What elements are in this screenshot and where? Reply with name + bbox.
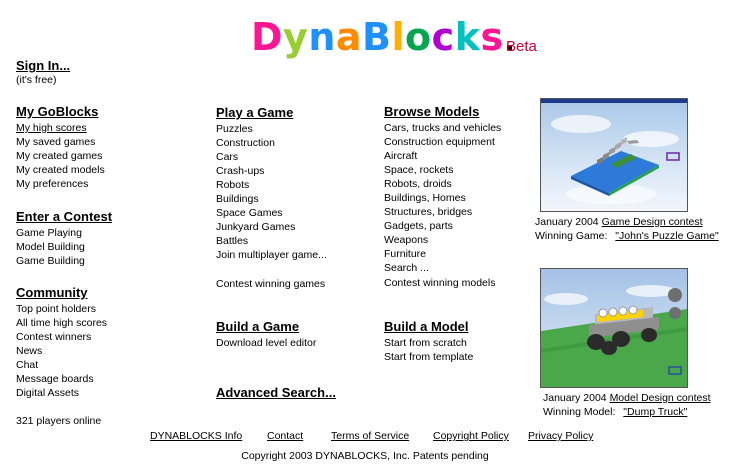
game-design-screenshot[interactable] bbox=[540, 98, 688, 212]
contest-item[interactable]: Game Playing bbox=[16, 226, 85, 240]
contest-winning-models-link[interactable]: Contest winning models bbox=[384, 276, 495, 290]
build-game-item[interactable]: Download level editor bbox=[216, 336, 316, 350]
browse-item[interactable]: Weapons bbox=[384, 233, 501, 247]
build-model-heading[interactable]: Build a Model bbox=[384, 319, 469, 334]
winning-model-label: Winning Model: bbox=[543, 406, 616, 418]
my-goblocks-item[interactable]: My high scores bbox=[16, 121, 105, 135]
beta-label: Beta bbox=[506, 38, 537, 55]
game-scene-image bbox=[541, 99, 687, 211]
community-item[interactable]: All time high scores bbox=[16, 316, 107, 330]
play-item[interactable]: Construction bbox=[216, 136, 327, 150]
play-item[interactable]: Space Games bbox=[216, 206, 327, 220]
build-model-item[interactable]: Start from scratch bbox=[384, 336, 473, 350]
model-contest-caption: January 2004 Model Design contest bbox=[543, 391, 711, 406]
footer-link-terms[interactable]: Terms of Service bbox=[331, 430, 409, 442]
model-design-screenshot[interactable] bbox=[540, 268, 688, 388]
community-item[interactable]: Message boards bbox=[16, 372, 107, 386]
my-goblocks-list: My high scores My saved games My created… bbox=[16, 121, 105, 191]
footer-link-info[interactable]: DYNABLOCKS Info bbox=[150, 430, 242, 442]
logo-letter: n bbox=[308, 15, 336, 59]
contest-item[interactable]: Model Building bbox=[16, 240, 85, 254]
logo-letter: y bbox=[283, 15, 309, 59]
contest-item[interactable]: Game Building bbox=[16, 254, 85, 268]
footer-links: DYNABLOCKS Info Contact Terms of Service… bbox=[0, 430, 730, 444]
dump-truck-image bbox=[541, 269, 687, 387]
browse-item[interactable]: Gadgets, parts bbox=[384, 219, 501, 233]
logo-letter: s bbox=[480, 15, 504, 59]
browse-item[interactable]: Construction equipment bbox=[384, 135, 501, 149]
play-item[interactable]: Crash-ups bbox=[216, 164, 327, 178]
logo-letter: k bbox=[454, 15, 481, 59]
footer-link-privacy[interactable]: Privacy Policy bbox=[528, 430, 593, 442]
browse-item[interactable]: Buildings, Homes bbox=[384, 191, 501, 205]
browse-models-list: Cars, trucks and vehicles Construction e… bbox=[384, 121, 501, 275]
browse-item[interactable]: Space, rockets bbox=[384, 163, 501, 177]
play-game-list: Puzzles Construction Cars Crash-ups Robo… bbox=[216, 122, 327, 262]
play-item[interactable]: Battles bbox=[216, 234, 327, 248]
game-contest-date: January 2004 bbox=[535, 216, 599, 228]
model-contest-date: January 2004 bbox=[543, 392, 607, 404]
play-item[interactable]: Junkyard Games bbox=[216, 220, 327, 234]
community-item[interactable]: Contest winners bbox=[16, 330, 107, 344]
contest-winning-games-link[interactable]: Contest winning games bbox=[216, 277, 325, 291]
my-goblocks-heading[interactable]: My GoBlocks bbox=[16, 104, 98, 119]
game-design-contest-link[interactable]: Game Design contest bbox=[602, 216, 703, 228]
my-goblocks-item[interactable]: My created games bbox=[16, 149, 105, 163]
browse-item[interactable]: Furniture bbox=[384, 247, 501, 261]
logo-letter: D bbox=[251, 15, 284, 59]
advanced-search-link[interactable]: Advanced Search... bbox=[216, 385, 336, 400]
model-design-contest-link[interactable]: Model Design contest bbox=[610, 392, 711, 404]
build-model-item[interactable]: Start from template bbox=[384, 350, 473, 364]
build-model-list: Start from scratch Start from template bbox=[384, 336, 473, 364]
game-contest-caption: January 2004 Game Design contest bbox=[535, 215, 703, 230]
sign-in-link[interactable]: Sign In... bbox=[16, 58, 70, 73]
browse-item[interactable]: Cars, trucks and vehicles bbox=[384, 121, 501, 135]
footer-link-contact[interactable]: Contact bbox=[267, 430, 303, 442]
play-item[interactable]: Cars bbox=[216, 150, 327, 164]
logo-letter: l bbox=[391, 15, 406, 59]
copyright-notice: Copyright 2003 DYNABLOCKS, Inc. Patents … bbox=[241, 450, 489, 462]
browse-item[interactable]: Search ... bbox=[384, 261, 501, 275]
community-item[interactable]: News bbox=[16, 344, 107, 358]
footer-link-copyright[interactable]: Copyright Policy bbox=[433, 430, 509, 442]
enter-contest-heading[interactable]: Enter a Contest bbox=[16, 209, 112, 224]
play-item[interactable]: Join multiplayer game... bbox=[216, 248, 327, 262]
browse-item[interactable]: Structures, bridges bbox=[384, 205, 501, 219]
site-logo: DynaBlocks bbox=[251, 14, 512, 60]
logo-letter: c bbox=[431, 15, 455, 59]
community-heading[interactable]: Community bbox=[16, 285, 88, 300]
browse-models-heading[interactable]: Browse Models bbox=[384, 104, 479, 119]
my-goblocks-item[interactable]: My preferences bbox=[16, 177, 105, 191]
browse-item[interactable]: Aircraft bbox=[384, 149, 501, 163]
play-item[interactable]: Robots bbox=[216, 178, 327, 192]
community-item[interactable]: Top point holders bbox=[16, 302, 107, 316]
model-contest-winner: Winning Model: "Dump Truck" bbox=[543, 405, 687, 420]
enter-contest-list: Game Playing Model Building Game Buildin… bbox=[16, 226, 85, 268]
my-goblocks-item[interactable]: My created models bbox=[16, 163, 105, 177]
play-item[interactable]: Buildings bbox=[216, 192, 327, 206]
browse-item[interactable]: Robots, droids bbox=[384, 177, 501, 191]
winning-game-label: Winning Game: bbox=[535, 230, 608, 242]
logo-letter: B bbox=[362, 15, 392, 59]
play-game-heading[interactable]: Play a Game bbox=[216, 105, 293, 120]
winning-model-link[interactable]: "Dump Truck" bbox=[623, 406, 687, 418]
community-item[interactable]: Digital Assets bbox=[16, 386, 107, 400]
game-contest-winner: Winning Game: "John's Puzzle Game" bbox=[535, 229, 719, 244]
logo-letter: a bbox=[335, 15, 363, 59]
community-list: Top point holders All time high scores C… bbox=[16, 302, 107, 400]
my-goblocks-item[interactable]: My saved games bbox=[16, 135, 105, 149]
community-item[interactable]: Chat bbox=[16, 358, 107, 372]
winning-game-link[interactable]: "John's Puzzle Game" bbox=[615, 230, 718, 242]
play-item[interactable]: Puzzles bbox=[216, 122, 327, 136]
build-game-list: Download level editor bbox=[216, 336, 316, 350]
logo-letter: o bbox=[405, 15, 432, 59]
build-game-heading[interactable]: Build a Game bbox=[216, 319, 299, 334]
players-online-count: 321 players online bbox=[16, 415, 102, 427]
sign-in-note: (it's free) bbox=[16, 74, 57, 86]
